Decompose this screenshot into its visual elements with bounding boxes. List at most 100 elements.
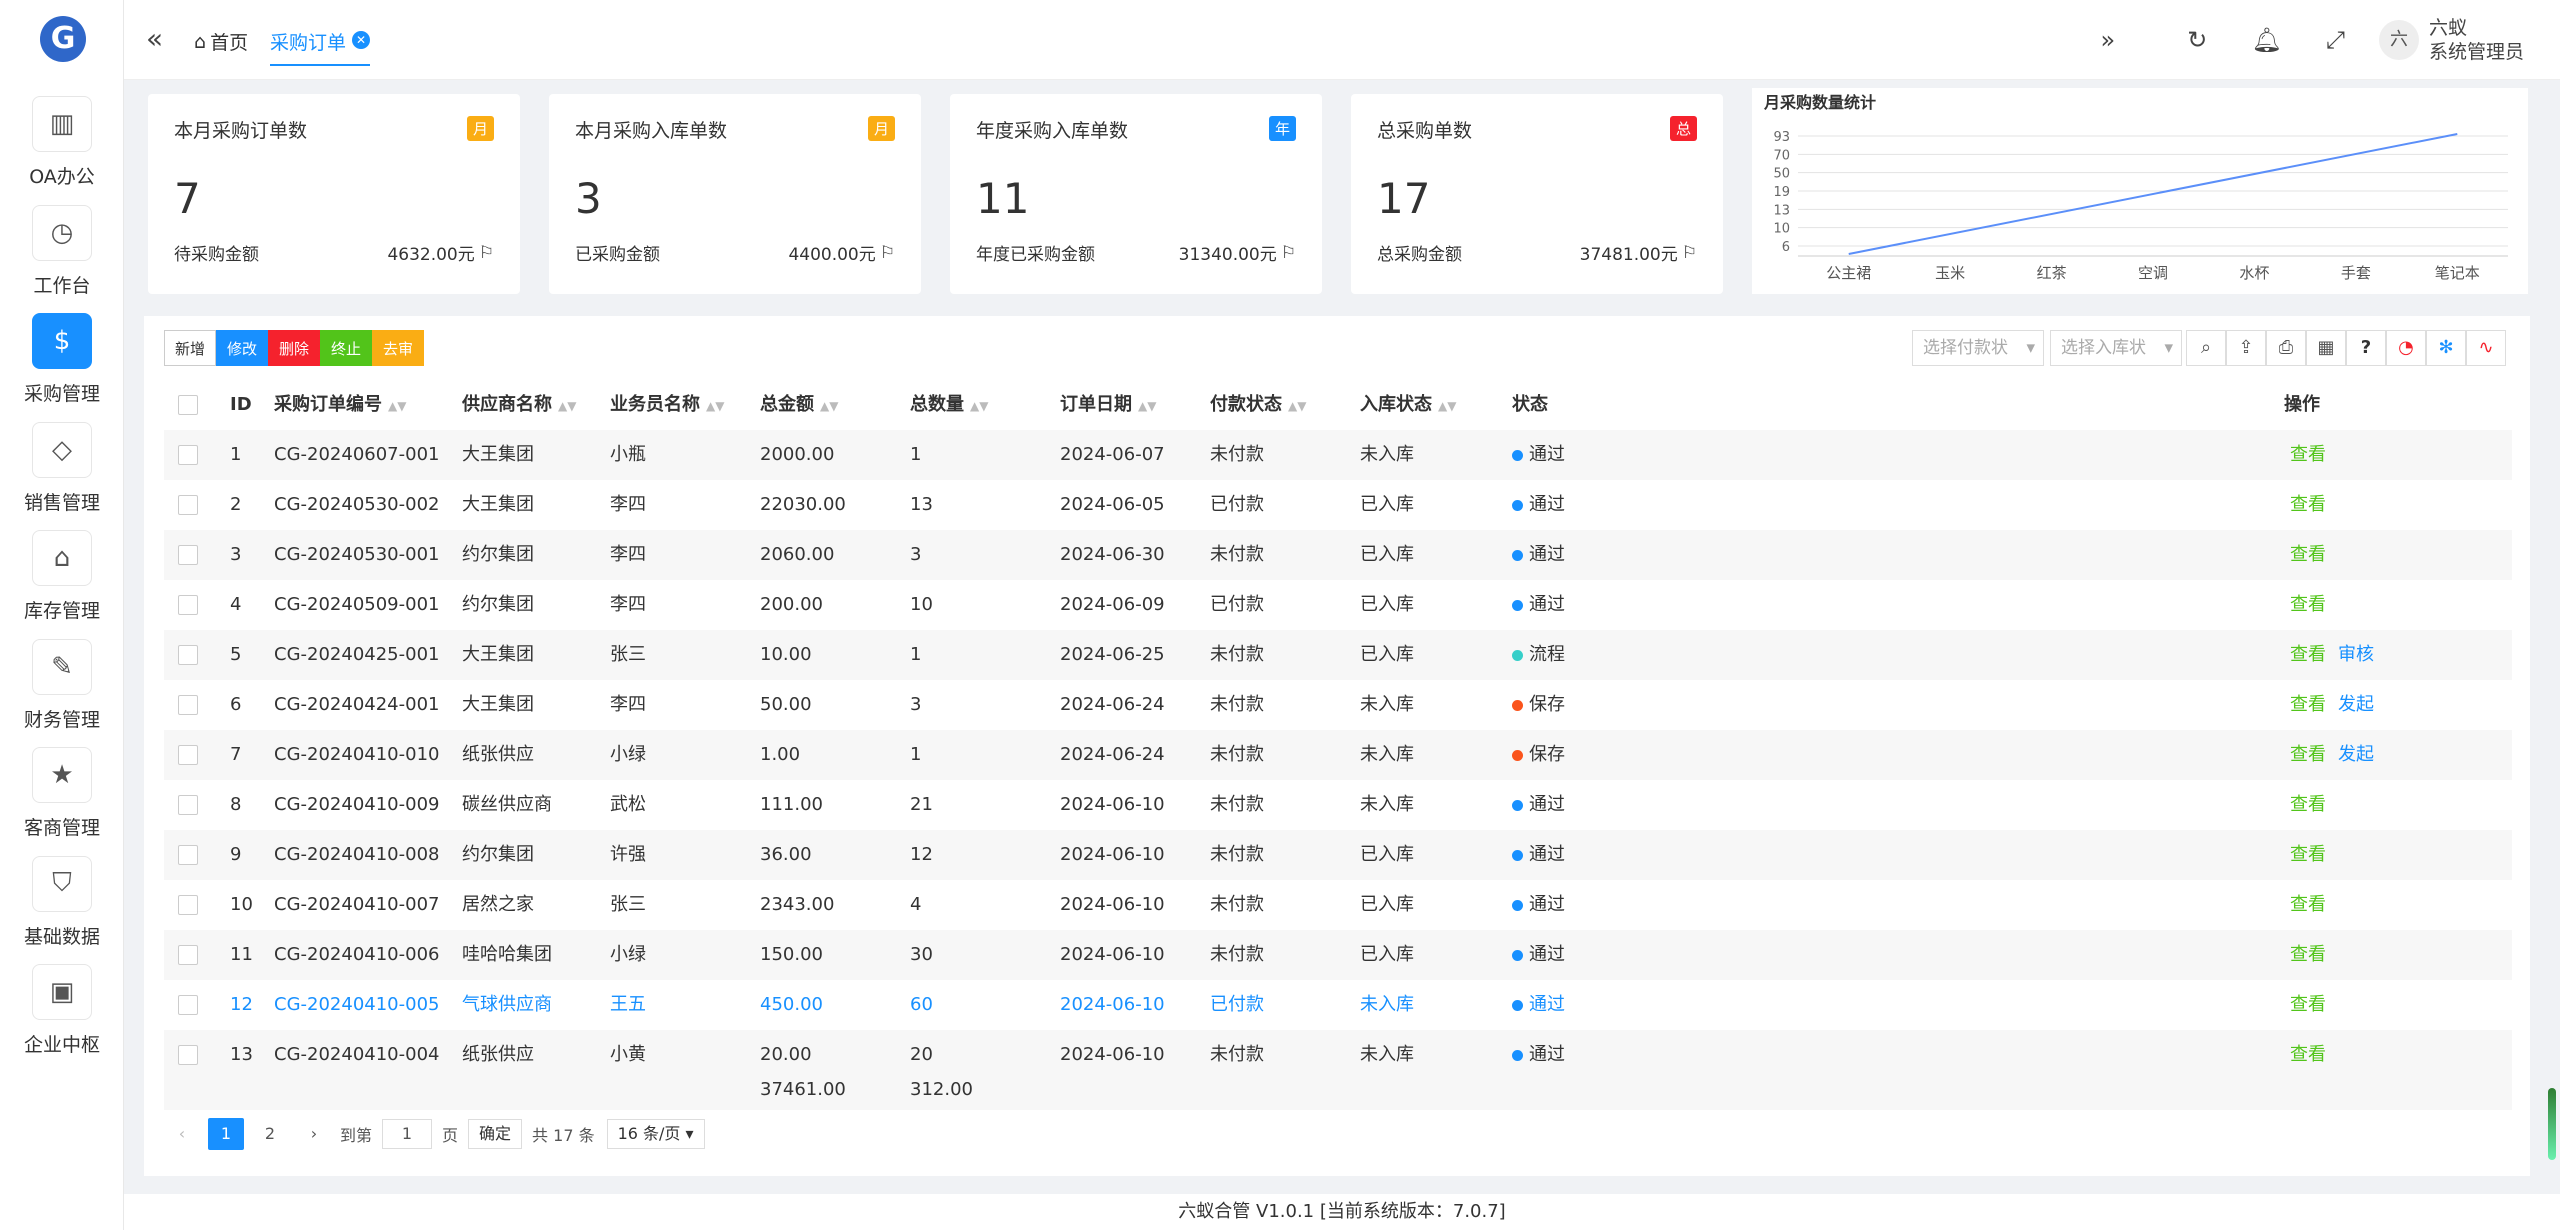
edit-button[interactable]: 修改	[216, 330, 269, 366]
table-row[interactable]: 7 CG-20240410-010 纸张供应 小绿 1.00 1 2024-06-24 未付款…	[164, 730, 2512, 780]
page-1[interactable]: 1	[208, 1118, 244, 1150]
col-qty[interactable]: 总数量 ▲▼	[910, 380, 988, 430]
view-link[interactable]: 查看	[2290, 994, 2326, 1015]
refresh-icon[interactable]: ↻	[2187, 26, 2207, 54]
view-link[interactable]: 查看	[2290, 544, 2326, 565]
row-checkbox[interactable]	[178, 445, 198, 465]
gauge-icon[interactable]: ◔	[2386, 330, 2426, 366]
sort-icon[interactable]: ▲▼	[820, 399, 838, 413]
row-checkbox[interactable]	[178, 595, 198, 615]
sidebar-item-7[interactable]: ⛉ 基础数据	[0, 855, 124, 964]
sidebar-item-6[interactable]: ★ 客商管理	[0, 747, 124, 855]
col-stock[interactable]: 入库状态 ▲▼	[1360, 380, 1456, 430]
row-checkbox[interactable]	[178, 845, 198, 865]
sort-icon[interactable]: ▲▼	[558, 399, 576, 413]
sort-icon[interactable]: ▲▼	[1288, 399, 1306, 413]
table-row[interactable]: 8 CG-20240410-009 碳丝供应商 武松 111.00 21 2024-06-1…	[164, 780, 2512, 830]
chevron-right-double-icon[interactable]: »	[2101, 26, 2116, 54]
view-link[interactable]: 查看	[2290, 894, 2326, 915]
view-link[interactable]: 查看	[2290, 594, 2326, 615]
goto-confirm-button[interactable]: 确定	[468, 1119, 523, 1149]
collapse-sidebar-icon[interactable]: «	[146, 22, 163, 55]
help-icon[interactable]: ?	[2346, 330, 2386, 366]
goto-page-input[interactable]: 1	[382, 1119, 433, 1149]
view-link[interactable]: 查看	[2290, 744, 2326, 765]
stock-status-select[interactable]: 选择入库状 ▾	[2050, 330, 2182, 366]
user-info[interactable]: 六蚁 系统管理员	[2429, 16, 2524, 64]
table-row[interactable]: 2 CG-20240530-002 大王集团 李四 22030.00 13 2024-06-…	[164, 480, 2512, 530]
fullscreen-icon[interactable]: ⤢	[2326, 26, 2345, 54]
table-row[interactable]: 12 CG-20240410-005 气球供应商 王五 450.00 60 2024-06-…	[164, 980, 2512, 1030]
sidebar-item-1[interactable]: ◷ 工作台	[0, 204, 124, 313]
bell-icon[interactable]: 🔔︎	[2251, 26, 2281, 54]
tab-purchase-order[interactable]: 采购订单 ✕	[270, 20, 371, 66]
search-icon[interactable]: ⌕	[2186, 330, 2226, 366]
col-supplier[interactable]: 供应商名称 ▲▼	[462, 380, 576, 430]
row-checkbox[interactable]	[178, 495, 198, 515]
sort-icon[interactable]: ▲▼	[706, 399, 724, 413]
prev-page-icon[interactable]: ‹	[164, 1118, 200, 1150]
col-amount[interactable]: 总金额 ▲▼	[760, 380, 838, 430]
row-checkbox[interactable]	[178, 545, 198, 565]
action-link[interactable]: 发起	[2338, 694, 2374, 715]
scrollbar-thumb[interactable]	[2548, 1088, 2556, 1160]
table-row[interactable]: 3 CG-20240530-001 约尔集团 李四 2060.00 3 2024-06-30…	[164, 530, 2512, 580]
sort-icon[interactable]: ▲▼	[1138, 399, 1156, 413]
row-checkbox[interactable]	[178, 745, 198, 765]
columns-icon[interactable]: ▦	[2306, 330, 2346, 366]
col-code[interactable]: 采购订单编号 ▲▼	[274, 380, 406, 430]
table-row[interactable]: 1 CG-20240607-001 大王集团 小瓶 2000.00 1 2024-06-07…	[164, 430, 2512, 480]
avatar[interactable]: 六	[2378, 20, 2419, 60]
sidebar-item-3[interactable]: ◇ 销售管理	[0, 421, 124, 530]
view-link[interactable]: 查看	[2290, 494, 2326, 515]
row-checkbox[interactable]	[178, 695, 198, 715]
table-row[interactable]: 5 CG-20240425-001 大王集团 张三 10.00 1 2024-06-25 未付…	[164, 630, 2512, 680]
delete-button[interactable]: 删除	[268, 330, 321, 366]
pulse-icon[interactable]: ∿	[2466, 330, 2506, 366]
table-row[interactable]: 9 CG-20240410-008 约尔集团 许强 36.00 12 2024-06-10 未…	[164, 830, 2512, 880]
pay-status-select[interactable]: 选择付款状 ▾	[1912, 330, 2044, 366]
sidebar-item-2[interactable]: $ 采购管理	[0, 313, 124, 421]
row-checkbox[interactable]	[178, 645, 198, 665]
tab-home[interactable]: ⌂ 首页	[194, 28, 248, 55]
row-checkbox[interactable]	[178, 995, 198, 1015]
table-row[interactable]: 4 CG-20240509-001 约尔集团 李四 200.00 10 2024-06-09…	[164, 580, 2512, 630]
sidebar-item-8[interactable]: ▣ 企业中枢	[0, 964, 124, 1072]
view-link[interactable]: 查看	[2290, 1044, 2326, 1065]
unaudit-button[interactable]: 去审	[372, 330, 425, 366]
stop-button[interactable]: 终止	[320, 330, 373, 366]
sidebar-item-5[interactable]: ✎ 财务管理	[0, 638, 124, 747]
view-link[interactable]: 查看	[2290, 644, 2326, 665]
view-link[interactable]: 查看	[2290, 944, 2326, 965]
table-row[interactable]: 11 CG-20240410-006 哇哈哈集团 小绿 150.00 30 2024-06-…	[164, 930, 2512, 980]
close-icon[interactable]: ✕	[352, 31, 371, 49]
view-link[interactable]: 查看	[2290, 844, 2326, 865]
col-clerk[interactable]: 业务员名称 ▲▼	[610, 380, 724, 430]
sidebar-item-0[interactable]: ▥ OA办公	[0, 96, 124, 204]
table-row[interactable]: 6 CG-20240424-001 大王集团 李四 50.00 3 2024-06-24 未付…	[164, 680, 2512, 730]
sort-icon[interactable]: ▲▼	[1438, 399, 1456, 413]
table-row[interactable]: 10 CG-20240410-007 居然之家 张三 2343.00 4 2024-06-1…	[164, 880, 2512, 930]
col-pay[interactable]: 付款状态 ▲▼	[1210, 380, 1306, 430]
row-checkbox[interactable]	[178, 945, 198, 965]
action-link[interactable]: 发起	[2338, 744, 2374, 765]
next-page-icon[interactable]: ›	[296, 1118, 332, 1150]
export-icon[interactable]: ⇪	[2226, 330, 2266, 366]
page-2[interactable]: 2	[252, 1118, 288, 1150]
row-checkbox[interactable]	[178, 795, 198, 815]
sidebar-item-4[interactable]: ⌂ 库存管理	[0, 530, 124, 638]
select-all-checkbox[interactable]	[178, 395, 198, 415]
view-link[interactable]: 查看	[2290, 794, 2326, 815]
col-date[interactable]: 订单日期 ▲▼	[1060, 380, 1156, 430]
snowflake-icon[interactable]: ✻	[2426, 330, 2466, 366]
page-size-select[interactable]: 16 条/页 ▾	[606, 1119, 705, 1149]
sort-icon[interactable]: ▲▼	[388, 399, 406, 413]
view-link[interactable]: 查看	[2290, 694, 2326, 715]
view-link[interactable]: 查看	[2290, 444, 2326, 465]
row-checkbox[interactable]	[178, 1045, 198, 1065]
sort-icon[interactable]: ▲▼	[970, 399, 988, 413]
row-checkbox[interactable]	[178, 895, 198, 915]
print-icon[interactable]: ⎙	[2266, 330, 2306, 366]
add-button[interactable]: 新增	[164, 330, 217, 366]
action-link[interactable]: 审核	[2338, 644, 2374, 665]
